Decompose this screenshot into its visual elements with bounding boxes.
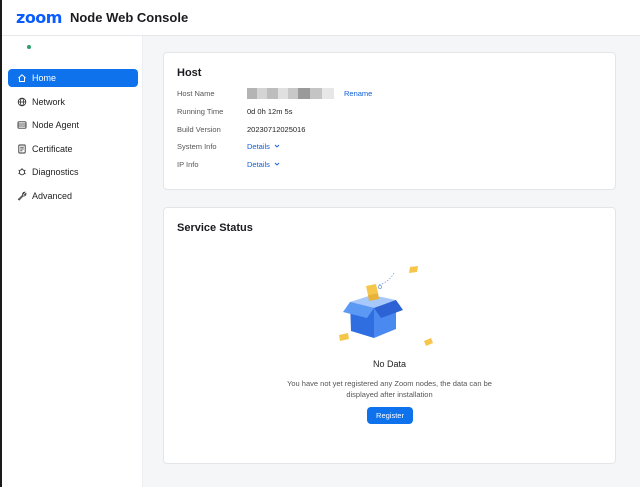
chevron-down-icon (274, 162, 280, 166)
status-dot (27, 45, 31, 49)
sidebar-item-label: Advanced (32, 190, 73, 201)
sidebar-item-home[interactable]: Home (8, 69, 138, 87)
sidebar-item-label: Node Agent (32, 120, 80, 130)
globe-icon (17, 97, 27, 107)
empty-box-illustration (339, 266, 433, 346)
running-time-row: Running Time 0d 0h 12m 5s (177, 106, 292, 116)
zoom-logo: zoom (16, 8, 62, 27)
system-info-row: System Info Details (177, 141, 280, 151)
node-agent-icon (17, 120, 27, 130)
build-version-row: Build Version 20230712025016 (177, 124, 305, 134)
sidebar-item-label: Network (32, 96, 66, 107)
chevron-down-icon (274, 144, 280, 148)
details-label: Details (247, 159, 270, 169)
empty-state-description: You have not yet registered any Zoom nod… (164, 378, 615, 400)
top-bar: zoom Node Web Console (2, 0, 640, 36)
ip-info-row: IP Info Details (177, 159, 280, 169)
details-label: Details (247, 141, 270, 151)
sidebar-nav: Home Network Node Agent Certificate Diag… (8, 69, 138, 210)
rename-link[interactable]: Rename (344, 89, 372, 98)
sidebar-item-diagnostics[interactable]: Diagnostics (8, 163, 138, 181)
certificate-icon (17, 144, 27, 154)
system-info-details-link[interactable]: Details (247, 142, 280, 151)
sidebar-item-label: Certificate (32, 143, 73, 154)
sidebar-item-label: Home (32, 73, 57, 83)
service-status-card: Service Status No Data You have not yet … (163, 207, 616, 464)
running-time-label: Running Time (177, 106, 224, 116)
host-card: Host Host Name Rename Running Time 0d 0h… (163, 52, 616, 190)
ip-info-details-link[interactable]: Details (247, 160, 280, 169)
running-time-value: 0d 0h 12m 5s (247, 106, 293, 116)
empty-state-line: You have not yet registered any Zoom nod… (287, 379, 492, 388)
build-version-label: Build Version (177, 124, 221, 134)
app-title: Node Web Console (69, 10, 189, 25)
empty-state-title: No Data (372, 359, 407, 369)
sidebar-item-node-agent[interactable]: Node Agent (8, 116, 138, 134)
home-icon (17, 73, 27, 83)
diagnostics-icon (17, 167, 27, 177)
system-info-label: System Info (177, 141, 217, 151)
redacted-host-name (247, 87, 334, 99)
sidebar: Home Network Node Agent Certificate Diag… (2, 36, 143, 487)
sidebar-item-certificate[interactable]: Certificate (8, 140, 138, 158)
ip-info-label: IP Info (177, 159, 199, 169)
host-name-row: Host Name Rename (177, 87, 372, 99)
sidebar-item-advanced[interactable]: Advanced (8, 187, 138, 205)
build-version-value: 20230712025016 (247, 124, 306, 134)
sidebar-item-label: Diagnostics (32, 167, 79, 177)
service-status-title: Service Status (177, 222, 253, 234)
wrench-icon (17, 191, 27, 201)
host-title: Host (177, 67, 202, 79)
host-name-label: Host Name (177, 88, 215, 98)
sidebar-item-network[interactable]: Network (8, 93, 138, 111)
register-button[interactable]: Register (367, 407, 413, 424)
empty-state-line: displayed after installation (346, 390, 433, 399)
